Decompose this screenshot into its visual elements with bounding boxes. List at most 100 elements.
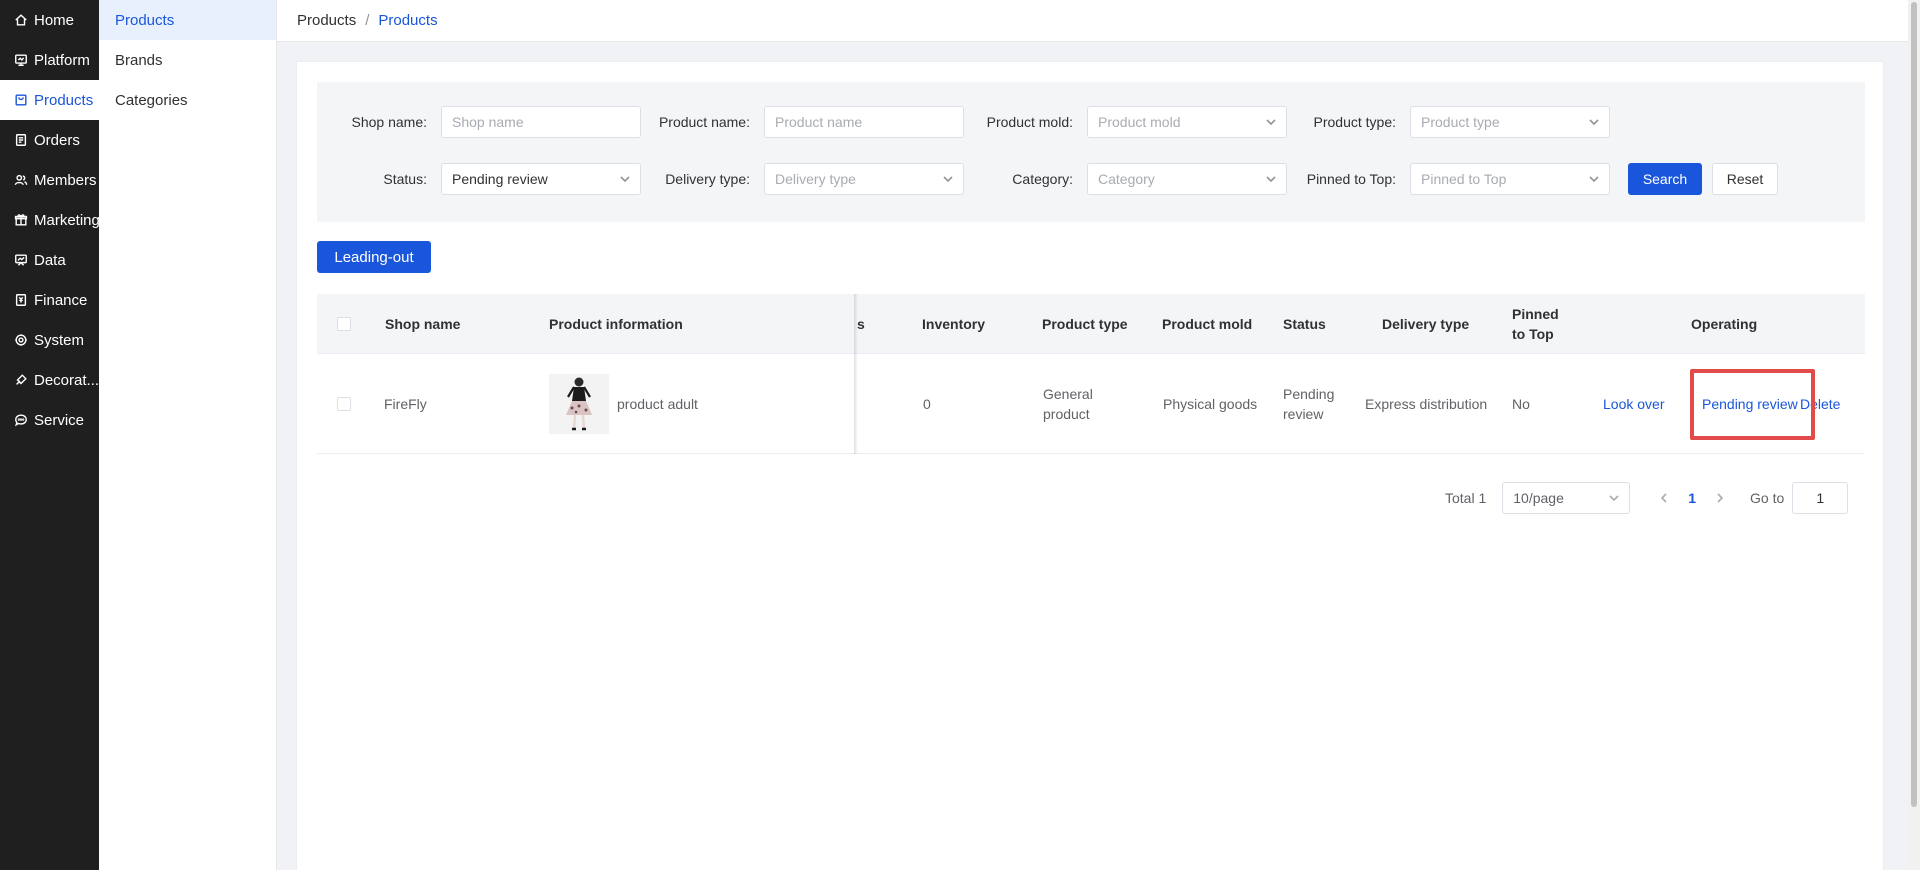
vertical-scrollbar[interactable] (1908, 0, 1920, 870)
col-product-info: Product information (549, 316, 683, 332)
nav-item-system[interactable]: System (0, 320, 99, 360)
chevron-down-icon (1609, 490, 1619, 506)
fixed-column-shadow (854, 294, 858, 454)
breadcrumb-separator: / (365, 12, 370, 29)
select-placeholder: Product type (1421, 114, 1500, 130)
pinned-label: Pinned to Top: (1306, 171, 1396, 187)
main-card: Shop name: Product name: Product mold: P… (296, 61, 1884, 870)
delivery-type-select[interactable]: Delivery type (764, 163, 964, 195)
nav-item-members[interactable]: Members (0, 160, 99, 200)
nav-item-home[interactable]: Home (0, 0, 99, 40)
nav-item-label: Platform (34, 51, 90, 69)
nav-item-finance[interactable]: Finance (0, 280, 99, 320)
chevron-right-icon[interactable] (1708, 486, 1732, 510)
status-select[interactable]: Pending review (441, 163, 641, 195)
nav-item-label: Service (34, 411, 85, 429)
chevron-down-icon (1589, 117, 1599, 127)
col-operating: Operating (1691, 316, 1758, 332)
cell-text-line: Pending (1283, 386, 1335, 402)
subnav-item-categories[interactable]: Categories (99, 80, 276, 120)
goto-label: Go to (1750, 490, 1785, 506)
ledger-icon (12, 291, 30, 309)
status-label: Status: (383, 171, 427, 187)
search-button[interactable]: Search (1628, 163, 1702, 195)
chevron-down-icon (1266, 174, 1276, 184)
chevron-left-icon[interactable] (1652, 486, 1676, 510)
product-thumbnail[interactable] (549, 374, 609, 434)
col-status: Status (1283, 316, 1326, 332)
cell-shop-name: FireFly (384, 396, 427, 412)
scrollbar-thumb[interactable] (1911, 2, 1917, 807)
pagination-total: Total 1 (1445, 490, 1487, 506)
cell-text-line: General (1043, 386, 1093, 402)
sub-sidebar: Products Brands Categories (99, 0, 277, 870)
shop-name-input[interactable] (441, 106, 641, 138)
product-type-select[interactable]: Product type (1410, 106, 1610, 138)
nav-item-label: Marketing (34, 211, 99, 229)
product-name-label: Product name: (658, 114, 750, 130)
select-placeholder: Category (1098, 171, 1155, 187)
product-name-input[interactable] (764, 106, 964, 138)
gear-icon (12, 331, 30, 349)
nav-item-label: Decorat... (34, 371, 99, 389)
page-size-select[interactable]: 10/page (1502, 482, 1631, 514)
nav-item-marketing[interactable]: Marketing (0, 200, 99, 240)
breadcrumb: Products / Products (277, 0, 1908, 42)
look-over-action[interactable]: Look over (1603, 394, 1664, 414)
subnav-item-brands[interactable]: Brands (99, 40, 276, 80)
select-value: Pending review (452, 171, 548, 187)
gift-icon (12, 211, 30, 229)
select-placeholder: Product mold (1098, 114, 1181, 130)
chart-icon (12, 251, 30, 269)
cell-pinned: No (1512, 396, 1530, 412)
cell-inventory: 0 (923, 396, 931, 412)
cell-product-info: product adult (549, 354, 698, 454)
col-pinned-line: to Top (1512, 326, 1554, 342)
product-mold-select[interactable]: Product mold (1087, 106, 1287, 138)
product-type-label: Product type: (1313, 114, 1397, 130)
nav-item-products[interactable]: Products (0, 80, 99, 120)
product-name-link[interactable]: product adult (617, 394, 698, 414)
nav-item-service[interactable]: Service (0, 400, 99, 440)
chevron-down-icon (1589, 174, 1599, 184)
cell-status: Pending review (1283, 354, 1334, 454)
reset-button[interactable]: Reset (1712, 163, 1778, 195)
breadcrumb-item[interactable]: Products (297, 12, 356, 29)
nav-item-decoration[interactable]: Decorat... (0, 360, 99, 400)
bag-icon (12, 91, 30, 109)
highlight-box (1690, 369, 1815, 440)
pinned-select[interactable]: Pinned to Top (1410, 163, 1610, 195)
category-select[interactable]: Category (1087, 163, 1287, 195)
nav-item-data[interactable]: Data (0, 240, 99, 280)
col-inventory: Inventory (922, 316, 986, 332)
cell-delivery-type: Express distribution (1365, 396, 1488, 412)
goto-page-input[interactable] (1792, 482, 1849, 514)
select-all-cell (337, 294, 351, 354)
chat-icon (12, 411, 30, 429)
col-clipped: s (857, 316, 865, 332)
select-placeholder: Pinned to Top (1421, 171, 1507, 187)
cell-text-line: product (1043, 406, 1090, 422)
export-button[interactable]: Leading-out (317, 241, 431, 273)
users-icon (12, 171, 30, 189)
col-product-type: Product type (1042, 316, 1128, 332)
row-checkbox[interactable] (337, 397, 351, 411)
col-shop-name: Shop name (385, 316, 461, 332)
nav-item-label: Data (34, 251, 66, 269)
cell-product-type: General product (1043, 354, 1093, 454)
select-placeholder: Delivery type (775, 171, 856, 187)
nav-item-orders[interactable]: Orders (0, 120, 99, 160)
nav-item-label: System (34, 331, 85, 349)
main-sidebar: Home Platform Products Orders Members Ma… (0, 0, 99, 870)
page-number-current[interactable]: 1 (1688, 490, 1696, 506)
chevron-down-icon (943, 174, 953, 184)
chevron-down-icon (620, 174, 630, 184)
cell-product-mold: Physical goods (1163, 396, 1258, 412)
monitor-icon (12, 51, 30, 69)
subnav-item-products[interactable]: Products (99, 0, 276, 40)
products-table: Shop name Product information s Inventor… (317, 294, 1865, 454)
table-header: Shop name Product information s Inventor… (317, 294, 1865, 354)
nav-item-platform[interactable]: Platform (0, 40, 99, 80)
nav-item-label: Home (34, 11, 75, 29)
select-all-checkbox[interactable] (337, 317, 351, 331)
